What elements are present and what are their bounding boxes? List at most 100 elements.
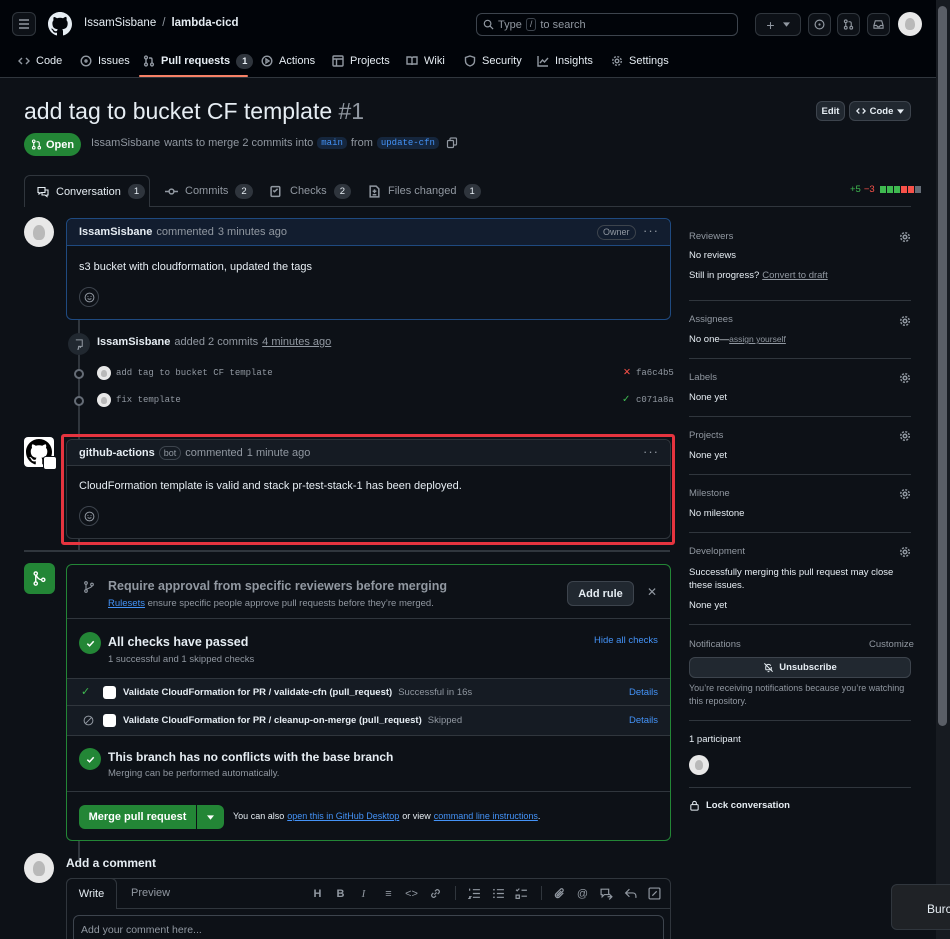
tab-security[interactable]: Security <box>464 50 522 72</box>
kebab-menu-icon[interactable]: ··· <box>643 444 659 459</box>
code-icon[interactable]: <> <box>405 887 418 900</box>
italic-icon[interactable]: I <box>357 887 370 900</box>
inbox-button[interactable] <box>867 13 890 36</box>
customize-link[interactable]: Customize <box>869 639 914 650</box>
comment-time[interactable]: 1 minute ago <box>247 447 311 459</box>
unordered-list-icon[interactable] <box>492 887 505 900</box>
checks-passed-icon <box>79 632 101 654</box>
projects-gear-icon[interactable] <box>899 430 911 442</box>
tab-insights[interactable]: Insights <box>537 50 593 72</box>
unsubscribe-button[interactable]: Unsubscribe <box>689 657 911 678</box>
current-user-avatar[interactable] <box>24 853 54 883</box>
comment-author[interactable]: github-actions <box>79 447 155 459</box>
head-branch[interactable]: update-cfn <box>376 137 439 149</box>
reply-icon[interactable] <box>624 887 637 900</box>
toast-notification[interactable]: Burc <box>891 884 950 930</box>
check-details-link[interactable]: Details <box>629 687 658 698</box>
issue-opened-icon <box>80 55 92 67</box>
github-logo-icon[interactable] <box>48 12 72 36</box>
merge-button[interactable]: Merge pull request <box>79 805 196 829</box>
tab-conversation[interactable]: Conversation 1 <box>24 175 150 207</box>
assignees-gear-icon[interactable] <box>899 315 911 327</box>
development-gear-icon[interactable] <box>899 546 911 558</box>
search-input[interactable]: Type / to search <box>476 13 738 36</box>
link-icon[interactable] <box>429 887 442 900</box>
check-details-link[interactable]: Details <box>629 715 658 726</box>
paperclip-icon[interactable] <box>553 887 566 900</box>
comment-textarea[interactable]: Add your comment here... <box>73 915 664 939</box>
participant-avatar[interactable] <box>689 755 709 775</box>
menu-button[interactable] <box>12 12 36 36</box>
kebab-menu-icon[interactable]: ··· <box>643 223 659 238</box>
check-failed-icon[interactable]: ✕ <box>623 367 631 378</box>
tab-files-changed[interactable]: Files changed 1 <box>368 176 481 206</box>
tab-code[interactable]: Code <box>18 50 62 72</box>
add-reaction-button[interactable] <box>79 287 99 307</box>
event-time[interactable]: 4 minutes ago <box>262 336 331 348</box>
commit-avatar[interactable] <box>97 366 111 380</box>
reviewers-gear-icon[interactable] <box>899 231 911 243</box>
tab-actions[interactable]: Actions <box>261 50 315 72</box>
bold-icon[interactable]: B <box>334 887 347 900</box>
mention-icon[interactable]: @ <box>576 887 589 900</box>
desktop-link[interactable]: open this in GitHub Desktop <box>287 811 399 821</box>
comment-time[interactable]: 3 minutes ago <box>218 226 287 238</box>
cross-reference-icon[interactable] <box>600 887 613 900</box>
labels-gear-icon[interactable] <box>899 372 911 384</box>
tab-write[interactable]: Write <box>66 878 117 909</box>
fullscreen-icon[interactable] <box>648 887 661 900</box>
lock-conversation-button[interactable]: Lock conversation <box>689 800 790 811</box>
assignees-row: No one— assign yourself <box>689 334 786 345</box>
commit-avatar[interactable] <box>97 393 111 407</box>
commit-message[interactable]: fix template <box>116 395 181 405</box>
tab-pull-requests[interactable]: Pull requests 1 <box>143 50 254 72</box>
convert-draft-link[interactable]: Convert to draft <box>762 270 827 281</box>
comment-author[interactable]: IssamSisbane <box>79 226 152 238</box>
rulesets-link[interactable]: Rulesets <box>108 598 145 609</box>
commit-sha[interactable]: c071a8a <box>636 395 674 405</box>
conflicts-subtitle: Merging can be performed automatically. <box>108 768 280 779</box>
comment-action: commented <box>156 226 214 238</box>
add-reaction-button[interactable] <box>79 506 99 526</box>
breadcrumb: IssamSisbane / lambda-cicd <box>84 17 239 29</box>
tab-preview[interactable]: Preview <box>131 887 170 899</box>
breadcrumb-repo[interactable]: lambda-cicd <box>171 17 238 29</box>
event-author[interactable]: IssamSisbane <box>97 336 170 348</box>
milestone-gear-icon[interactable] <box>899 488 911 500</box>
edit-title-button[interactable]: Edit <box>816 101 845 121</box>
cli-link[interactable]: command line instructions <box>434 811 538 821</box>
no-conflicts-icon <box>79 748 101 770</box>
breadcrumb-owner[interactable]: IssamSisbane <box>84 17 156 29</box>
copy-icon[interactable] <box>446 137 458 149</box>
tab-projects[interactable]: Projects <box>332 50 390 72</box>
base-branch[interactable]: main <box>317 137 347 149</box>
comment-card: IssamSisbane commented 3 minutes ago Own… <box>66 218 671 320</box>
create-new-button[interactable]: + <box>755 13 801 36</box>
tab-settings[interactable]: Settings <box>611 50 669 72</box>
code-dropdown-button[interactable]: Code <box>849 101 911 121</box>
assign-yourself-link[interactable]: assign yourself <box>729 334 786 345</box>
ordered-list-icon[interactable] <box>468 887 481 900</box>
commit-message[interactable]: add tag to bucket CF template <box>116 368 273 378</box>
pr-author[interactable]: IssamSisbane <box>91 137 160 149</box>
scrollbar-thumb[interactable] <box>938 6 947 726</box>
tab-wiki[interactable]: Wiki <box>406 50 445 72</box>
tab-issues[interactable]: Issues <box>80 50 130 72</box>
close-icon[interactable]: ✕ <box>647 585 657 599</box>
tab-checks[interactable]: Checks 2 <box>270 176 351 206</box>
merge-options-dropdown[interactable] <box>197 805 224 829</box>
sidebar-divider <box>689 358 911 359</box>
add-rule-button[interactable]: Add rule <box>567 581 634 606</box>
hide-checks-link[interactable]: Hide all checks <box>594 635 658 646</box>
tab-commits[interactable]: Commits 2 <box>165 176 253 206</box>
pull-requests-button[interactable] <box>837 13 860 36</box>
quote-icon[interactable]: ≡ <box>382 887 395 900</box>
user-avatar[interactable] <box>898 12 922 36</box>
check-passed-icon[interactable]: ✓ <box>622 394 630 405</box>
heading-icon[interactable]: H <box>311 887 324 900</box>
additions-count: +5 <box>850 184 861 195</box>
commit-sha[interactable]: fa6c4b5 <box>636 368 674 378</box>
issues-button[interactable] <box>808 13 831 36</box>
task-list-icon[interactable] <box>515 887 528 900</box>
author-avatar[interactable] <box>24 217 54 247</box>
